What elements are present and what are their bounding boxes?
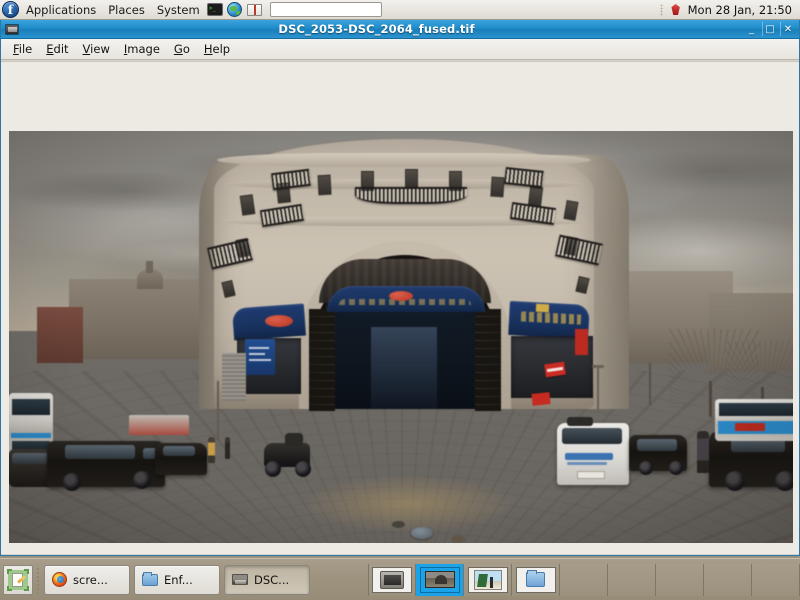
menu-help[interactable]: Help [197, 39, 237, 60]
taxi-wheel [669, 461, 683, 475]
pedestrian-yellow-coat [208, 437, 215, 463]
taskbar-label: Enf... [164, 572, 193, 587]
street-pole-left [217, 381, 219, 441]
window-titlebar[interactable]: DSC_2053-DSC_2064_fused.tif _ □ ✕ [1, 20, 799, 39]
panel-search-input[interactable] [269, 2, 382, 17]
menu-applications[interactable]: Applications [20, 0, 102, 20]
menu-places[interactable]: Places [102, 0, 151, 20]
clock[interactable]: Mon 28 Jan, 21:50 [688, 3, 800, 17]
iron-gate-right [475, 309, 501, 411]
dome-finial [146, 261, 153, 273]
street-lamp [597, 367, 599, 413]
taxi-wheel [639, 461, 653, 475]
menubar: File Edit View Image Go Help [1, 39, 799, 60]
cornice-top [217, 153, 591, 167]
workspace-8[interactable] [704, 563, 752, 596]
red-gem-icon[interactable] [669, 3, 683, 16]
close-button[interactable]: ✕ [780, 22, 795, 36]
white-van [557, 423, 629, 485]
facade-window [405, 169, 418, 189]
van-roof-rack [567, 417, 593, 426]
pedestrian-right [697, 431, 709, 473]
double-decker-bus-right [715, 399, 793, 441]
workspace-4[interactable] [512, 563, 560, 596]
terminal-window-thumb [380, 570, 404, 589]
workspace-2[interactable] [416, 563, 464, 596]
scooter-wheel-rear [265, 461, 281, 477]
menu-go[interactable]: Go [167, 39, 197, 60]
scooter-windshield [285, 433, 303, 446]
workspace-5[interactable] [560, 563, 608, 596]
metal-shutter [222, 353, 246, 401]
panel-handle[interactable] [659, 3, 663, 16]
taskbar-button-image-viewer[interactable]: DSC... [224, 564, 310, 595]
shop-poster [245, 339, 275, 375]
workspace-6[interactable] [608, 563, 656, 596]
menu-file[interactable]: File [6, 39, 39, 60]
folder-window-thumb [526, 570, 545, 587]
drain-grate-1 [392, 521, 405, 528]
terminal-icon[interactable] [206, 1, 225, 19]
shop-logo-left [265, 315, 293, 327]
taskbar-button-folder[interactable]: Enf... [134, 564, 220, 595]
image-icon [232, 574, 248, 585]
firefox-icon [52, 572, 67, 587]
iron-gate-left [309, 309, 335, 411]
image-viewer-icon [5, 23, 19, 35]
black-taxi-2 [155, 443, 207, 475]
workspace-7[interactable] [656, 563, 704, 596]
taxi-wheel [775, 471, 793, 491]
menu-system[interactable]: System [151, 0, 206, 20]
red-shop-sign [575, 329, 588, 355]
taskbar-label: DSC... [254, 572, 290, 587]
menu-view[interactable]: View [76, 39, 117, 60]
taskbar-label: scre... [73, 572, 108, 587]
workspace-1[interactable] [368, 563, 416, 596]
panorama-photograph[interactable] [9, 131, 793, 543]
facade-window [490, 176, 505, 198]
street-lamp-head [592, 365, 604, 368]
window-controls: _ □ ✕ [744, 22, 795, 36]
bottom-panel: scre... Enf... DSC... [0, 558, 800, 600]
sale-sign-2 [531, 392, 551, 406]
menu-edit[interactable]: Edit [39, 39, 75, 60]
arcade-far-light [371, 327, 437, 409]
taxi-wheel [133, 471, 151, 489]
facade-window [239, 194, 256, 216]
photo-window-thumb [473, 569, 502, 590]
web-browser-icon[interactable] [226, 1, 245, 19]
folder-icon [142, 571, 158, 586]
show-desktop-icon[interactable] [3, 564, 33, 595]
workspace-9[interactable] [752, 563, 800, 596]
taxi-wheel [63, 473, 81, 491]
shop-logo-right [535, 303, 550, 313]
workspace-switcher[interactable] [368, 563, 800, 597]
manhole-cover [411, 527, 433, 539]
bus-advert-text [735, 423, 765, 431]
panel-drag-handle[interactable] [36, 566, 41, 593]
help-book-icon[interactable] [246, 1, 265, 19]
maximize-button[interactable]: □ [762, 22, 777, 36]
minimize-button[interactable]: _ [744, 22, 759, 36]
image-canvas[interactable] [1, 61, 799, 554]
image-viewer-window: DSC_2053-DSC_2064_fused.tif _ □ ✕ File E… [0, 20, 800, 556]
warm-paving-highlight [259, 476, 559, 543]
pedestrian-left [225, 437, 230, 459]
window-title: DSC_2053-DSC_2064_fused.tif [278, 22, 475, 36]
taskbar-button-screenshot[interactable]: scre... [44, 564, 130, 595]
taxi-wheel [725, 471, 745, 491]
scooter-wheel-front [295, 461, 311, 477]
facade-window [317, 174, 332, 196]
balcony-center [355, 187, 467, 204]
workspace-3[interactable] [464, 563, 512, 596]
background-bus [129, 415, 189, 435]
shop-logo-inner [389, 291, 413, 301]
menu-image[interactable]: Image [117, 39, 167, 60]
panorama-window-thumb [424, 571, 455, 588]
drain-grate-2 [451, 535, 465, 543]
top-panel: f Applications Places System Mon 28 Jan,… [0, 0, 800, 20]
fedora-logo-icon[interactable]: f [2, 1, 19, 18]
sale-sign-1 [544, 361, 566, 378]
